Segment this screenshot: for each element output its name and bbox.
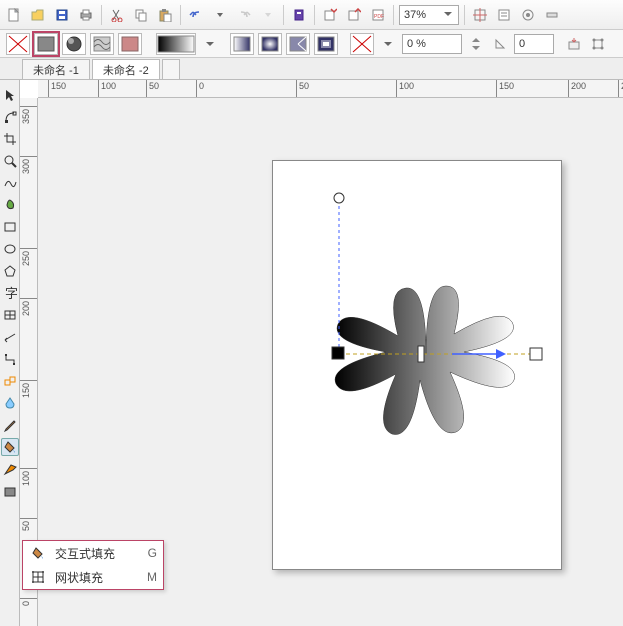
svg-text:PDF: PDF xyxy=(374,14,384,20)
polygon-tool[interactable] xyxy=(1,262,19,280)
free-transform-button[interactable] xyxy=(587,33,609,55)
document-tabs: 未命名 -1 未命名 -2 xyxy=(0,58,623,80)
separator xyxy=(393,5,394,25)
flyout-mesh-fill[interactable]: 网状填充 M xyxy=(23,565,163,589)
main-toolbar: PDF 37% xyxy=(0,0,623,30)
gradient-dropdown[interactable] xyxy=(199,33,221,55)
flyout-label: 交互式填充 xyxy=(55,545,148,562)
transparency-tool[interactable] xyxy=(1,394,19,412)
pdf-button[interactable]: PDF xyxy=(367,4,389,26)
node-position-value: 0 % xyxy=(407,38,426,50)
angle-value: 0 xyxy=(519,38,525,50)
node-position-spinner[interactable]: 0 % xyxy=(402,34,462,54)
tab-label: 未命名 -1 xyxy=(33,62,79,78)
export-button[interactable] xyxy=(343,4,365,26)
ellipse-tool[interactable] xyxy=(1,240,19,258)
property-bar: 0 % 0 xyxy=(0,30,623,58)
tab-doc-1[interactable]: 未命名 -1 xyxy=(22,59,90,79)
fill-uniform-swatch[interactable] xyxy=(34,33,58,55)
separator xyxy=(101,5,102,25)
paste-button[interactable] xyxy=(154,4,176,26)
zoom-tool[interactable] xyxy=(1,152,19,170)
grad-type-radial[interactable] xyxy=(258,33,282,55)
flyout-interactive-fill[interactable]: 交互式填充 G xyxy=(23,541,163,565)
tab-doc-2[interactable]: 未命名 -2 xyxy=(92,59,160,79)
angle-icon xyxy=(489,33,511,55)
mesh-icon xyxy=(29,568,47,586)
print-button[interactable] xyxy=(75,4,97,26)
undo-button[interactable] xyxy=(185,4,207,26)
cut-button[interactable] xyxy=(106,4,128,26)
open-button[interactable] xyxy=(27,4,49,26)
options-button[interactable] xyxy=(493,4,515,26)
more-button[interactable] xyxy=(541,4,563,26)
separator xyxy=(283,5,284,25)
dimension-tool[interactable] xyxy=(1,328,19,346)
blend-tool[interactable] xyxy=(1,372,19,390)
search-button[interactable] xyxy=(288,4,310,26)
fill-tool[interactable] xyxy=(1,482,19,500)
undo-dropdown[interactable] xyxy=(209,4,231,26)
tab-more[interactable] xyxy=(162,59,180,79)
horizontal-ruler: 15010050050100150200250 xyxy=(38,80,623,98)
zoom-value: 37% xyxy=(404,9,444,21)
outline-tool[interactable] xyxy=(1,460,19,478)
zoom-combo[interactable]: 37% xyxy=(399,5,459,25)
grad-type-linear[interactable] xyxy=(230,33,254,55)
smart-fill-tool[interactable] xyxy=(1,196,19,214)
flyout-shortcut: M xyxy=(147,570,157,584)
angle-spinner[interactable]: 0 xyxy=(514,34,554,54)
crop-tool[interactable] xyxy=(1,130,19,148)
flyout-shortcut: G xyxy=(148,546,157,560)
flower-shape[interactable] xyxy=(318,246,534,462)
bucket-icon xyxy=(29,544,47,562)
rectangle-tool[interactable] xyxy=(1,218,19,236)
grad-type-conical[interactable] xyxy=(286,33,310,55)
svg-text:字: 字 xyxy=(5,286,17,300)
snap-button[interactable] xyxy=(469,4,491,26)
copy-button[interactable] xyxy=(130,4,152,26)
interactive-fill-tool[interactable] xyxy=(1,438,19,456)
shape-tool[interactable] xyxy=(1,108,19,126)
pick-tool[interactable] xyxy=(1,86,19,104)
tab-label: 未命名 -2 xyxy=(103,62,149,78)
node-color-dropdown[interactable] xyxy=(377,33,399,55)
gradient-preset[interactable] xyxy=(156,33,196,55)
spinner-up-icon[interactable] xyxy=(465,33,487,55)
fill-none-swatch[interactable] xyxy=(6,33,30,55)
fill-tool-flyout: 交互式填充 G 网状填充 M xyxy=(22,540,164,590)
redo-button[interactable] xyxy=(233,4,255,26)
node-color-swatch[interactable] xyxy=(350,33,374,55)
separator xyxy=(180,5,181,25)
flyout-label: 网状填充 xyxy=(55,569,147,586)
fill-texture-swatch[interactable] xyxy=(118,33,142,55)
table-tool[interactable] xyxy=(1,306,19,324)
import-button[interactable] xyxy=(319,4,341,26)
fill-fountain-swatch[interactable] xyxy=(62,33,86,55)
eyedropper-tool[interactable] xyxy=(1,416,19,434)
separator xyxy=(314,5,315,25)
new-button[interactable] xyxy=(3,4,25,26)
copy-fill-button[interactable] xyxy=(563,33,585,55)
fill-pattern-swatch[interactable] xyxy=(90,33,114,55)
text-tool[interactable]: 字 xyxy=(1,284,19,302)
grad-type-square[interactable] xyxy=(314,33,338,55)
freehand-tool[interactable] xyxy=(1,174,19,192)
connector-tool[interactable] xyxy=(1,350,19,368)
separator xyxy=(464,5,465,25)
chevron-down-icon xyxy=(444,11,454,19)
redo-dropdown[interactable] xyxy=(257,4,279,26)
save-button[interactable] xyxy=(51,4,73,26)
toolbox: 字 xyxy=(0,80,20,626)
launch-button[interactable] xyxy=(517,4,539,26)
